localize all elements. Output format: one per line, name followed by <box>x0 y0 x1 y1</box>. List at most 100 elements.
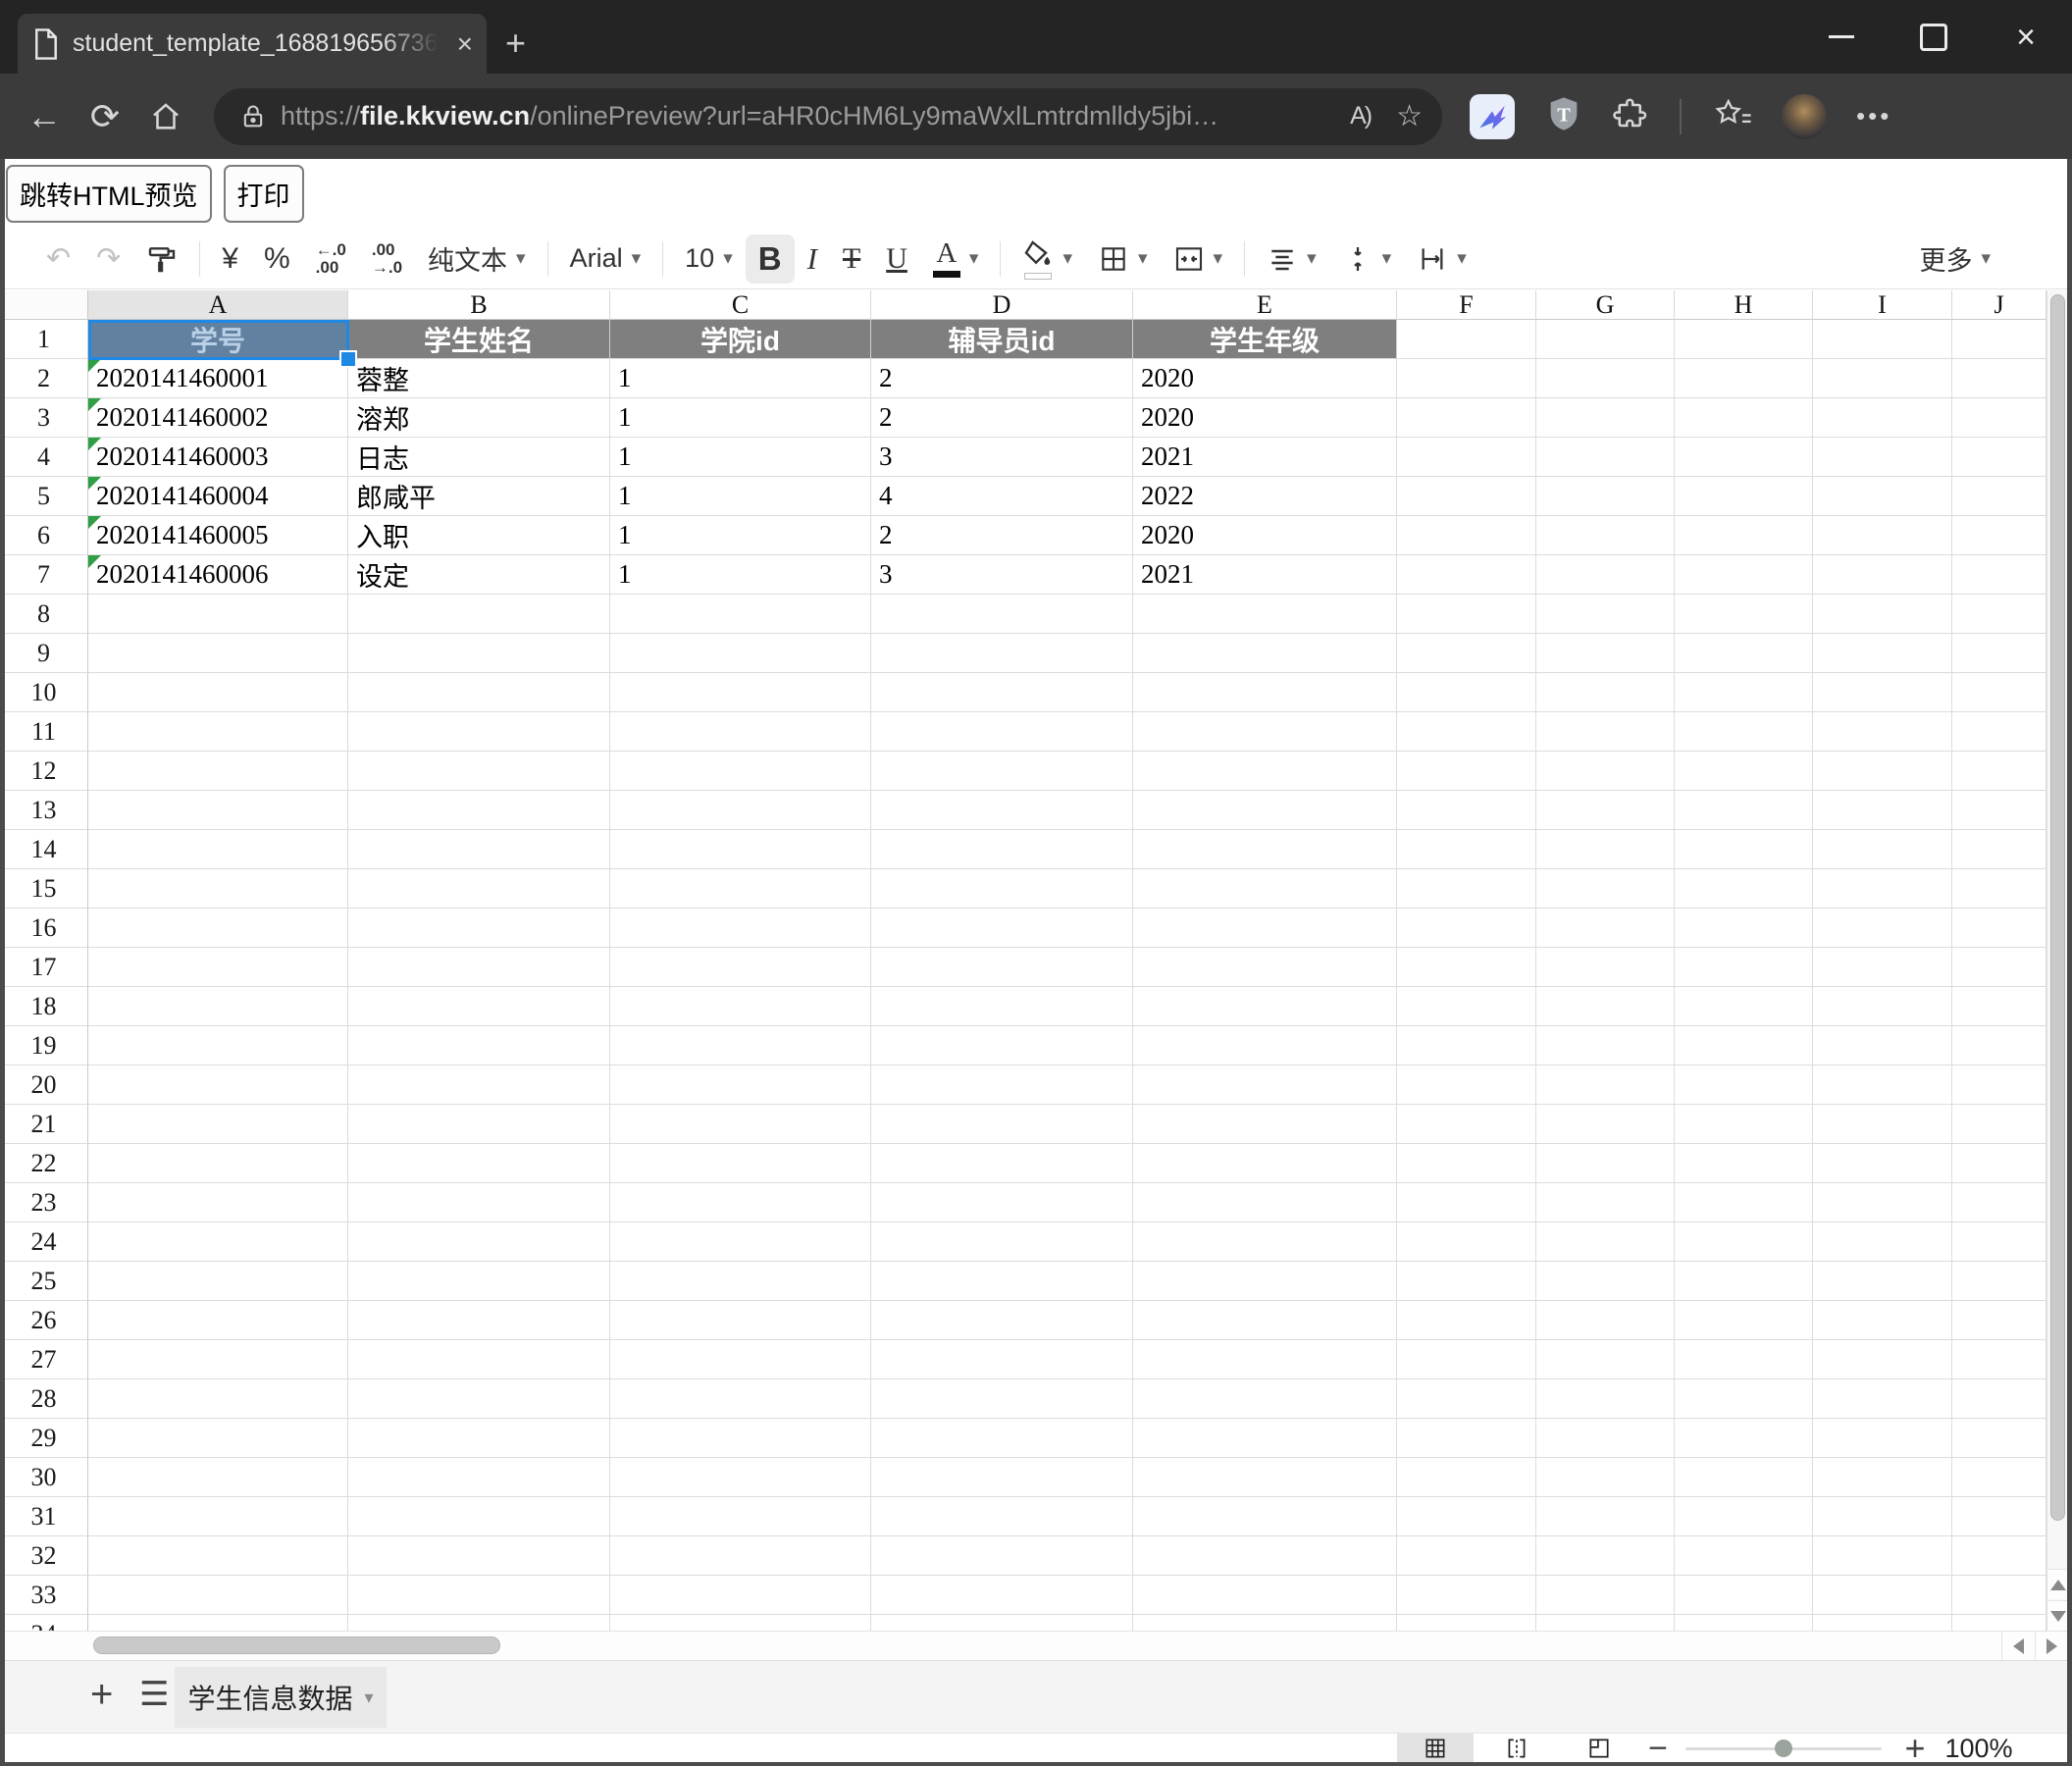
cell-C17[interactable] <box>610 948 871 987</box>
cell-B33[interactable] <box>348 1576 610 1615</box>
cell-B2[interactable]: 蓉整 <box>348 359 610 398</box>
cell-A24[interactable] <box>88 1222 348 1262</box>
grid-corner[interactable] <box>0 290 88 320</box>
cell-D13[interactable] <box>871 791 1133 830</box>
cell-F3[interactable] <box>1397 398 1536 438</box>
cell-J1[interactable] <box>1952 320 2046 359</box>
cell-I5[interactable] <box>1813 477 1952 516</box>
row-header-31[interactable]: 31 <box>0 1497 88 1536</box>
cell-J5[interactable] <box>1952 477 2046 516</box>
cell-I23[interactable] <box>1813 1183 1952 1222</box>
cell-I30[interactable] <box>1813 1458 1952 1497</box>
cell-H8[interactable] <box>1675 595 1813 634</box>
cell-B1[interactable]: 学生姓名 <box>348 320 610 359</box>
cell-G29[interactable] <box>1536 1419 1675 1458</box>
sheet-list-button[interactable]: ☰ <box>139 1677 169 1712</box>
cell-J12[interactable] <box>1952 752 2046 791</box>
cell-D5[interactable]: 4 <box>871 477 1133 516</box>
cell-E27[interactable] <box>1133 1340 1397 1379</box>
cell-J6[interactable] <box>1952 516 2046 555</box>
cell-C8[interactable] <box>610 595 871 634</box>
cell-I13[interactable] <box>1813 791 1952 830</box>
bird-extension-icon[interactable] <box>1470 94 1515 139</box>
cell-G1[interactable] <box>1536 320 1675 359</box>
cell-B16[interactable] <box>348 909 610 948</box>
cell-H14[interactable] <box>1675 830 1813 869</box>
cell-H11[interactable] <box>1675 712 1813 752</box>
cell-G20[interactable] <box>1536 1065 1675 1105</box>
cell-A3[interactable]: 2020141460002 <box>88 398 348 438</box>
cell-I10[interactable] <box>1813 673 1952 712</box>
cell-E29[interactable] <box>1133 1419 1397 1458</box>
cell-E26[interactable] <box>1133 1301 1397 1340</box>
cell-E23[interactable] <box>1133 1183 1397 1222</box>
cell-E30[interactable] <box>1133 1458 1397 1497</box>
cell-D3[interactable]: 2 <box>871 398 1133 438</box>
column-header-I[interactable]: I <box>1813 290 1952 320</box>
normal-view-button[interactable] <box>1397 1734 1474 1763</box>
cell-I32[interactable] <box>1813 1536 1952 1576</box>
cell-H30[interactable] <box>1675 1458 1813 1497</box>
cell-F24[interactable] <box>1397 1222 1536 1262</box>
cell-E3[interactable]: 2020 <box>1133 398 1397 438</box>
cell-B24[interactable] <box>348 1222 610 1262</box>
cell-I27[interactable] <box>1813 1340 1952 1379</box>
cell-A6[interactable]: 2020141460005 <box>88 516 348 555</box>
cell-H13[interactable] <box>1675 791 1813 830</box>
horizontal-scrollbar[interactable] <box>0 1631 2068 1660</box>
cell-H10[interactable] <box>1675 673 1813 712</box>
cell-H22[interactable] <box>1675 1144 1813 1183</box>
cell-C30[interactable] <box>610 1458 871 1497</box>
cell-D4[interactable]: 3 <box>871 438 1133 477</box>
cell-H25[interactable] <box>1675 1262 1813 1301</box>
cell-E10[interactable] <box>1133 673 1397 712</box>
cell-H4[interactable] <box>1675 438 1813 477</box>
cell-A17[interactable] <box>88 948 348 987</box>
cell-D25[interactable] <box>871 1262 1133 1301</box>
cell-I29[interactable] <box>1813 1419 1952 1458</box>
cell-D15[interactable] <box>871 869 1133 909</box>
tampermonkey-shield-icon[interactable]: T <box>1544 94 1583 138</box>
cell-D20[interactable] <box>871 1065 1133 1105</box>
cell-A33[interactable] <box>88 1576 348 1615</box>
cell-H12[interactable] <box>1675 752 1813 791</box>
cell-F16[interactable] <box>1397 909 1536 948</box>
cell-B11[interactable] <box>348 712 610 752</box>
row-header-24[interactable]: 24 <box>0 1222 88 1262</box>
cell-A27[interactable] <box>88 1340 348 1379</box>
url-text[interactable]: https://file.kkview.cn/onlinePreview?url… <box>281 101 1340 131</box>
refresh-button[interactable]: ⟳ <box>75 86 135 147</box>
cell-C28[interactable] <box>610 1379 871 1419</box>
cell-J16[interactable] <box>1952 909 2046 948</box>
cell-J2[interactable] <box>1952 359 2046 398</box>
row-header-21[interactable]: 21 <box>0 1105 88 1144</box>
cell-B15[interactable] <box>348 869 610 909</box>
cell-A20[interactable] <box>88 1065 348 1105</box>
cell-H16[interactable] <box>1675 909 1813 948</box>
cell-C13[interactable] <box>610 791 871 830</box>
cell-B19[interactable] <box>348 1026 610 1065</box>
row-header-23[interactable]: 23 <box>0 1183 88 1222</box>
cell-C12[interactable] <box>610 752 871 791</box>
cell-F32[interactable] <box>1397 1536 1536 1576</box>
cell-F27[interactable] <box>1397 1340 1536 1379</box>
row-header-18[interactable]: 18 <box>0 987 88 1026</box>
cell-D19[interactable] <box>871 1026 1133 1065</box>
favorites-hub-icon[interactable] <box>1713 96 1752 136</box>
cell-C31[interactable] <box>610 1497 871 1536</box>
row-header-15[interactable]: 15 <box>0 869 88 909</box>
cell-A26[interactable] <box>88 1301 348 1340</box>
cell-E2[interactable]: 2020 <box>1133 359 1397 398</box>
cell-D26[interactable] <box>871 1301 1133 1340</box>
cell-I21[interactable] <box>1813 1105 1952 1144</box>
cell-G8[interactable] <box>1536 595 1675 634</box>
cell-D12[interactable] <box>871 752 1133 791</box>
cell-B27[interactable] <box>348 1340 610 1379</box>
cell-J13[interactable] <box>1952 791 2046 830</box>
cell-H15[interactable] <box>1675 869 1813 909</box>
cell-J14[interactable] <box>1952 830 2046 869</box>
cell-D29[interactable] <box>871 1419 1133 1458</box>
cell-D6[interactable]: 2 <box>871 516 1133 555</box>
cell-F29[interactable] <box>1397 1419 1536 1458</box>
cell-J26[interactable] <box>1952 1301 2046 1340</box>
